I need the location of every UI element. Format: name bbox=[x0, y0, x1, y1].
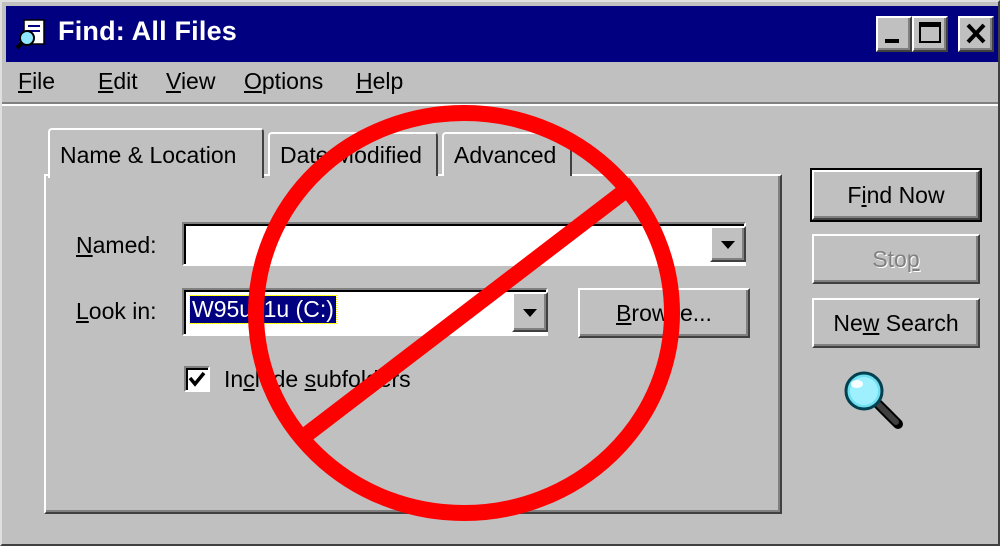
maximize-icon bbox=[919, 22, 941, 43]
include-subfolders-checkbox[interactable] bbox=[184, 366, 210, 392]
close-button[interactable] bbox=[958, 16, 994, 52]
window-title: Find: All Files bbox=[58, 16, 238, 46]
named-label-mnemonic: N bbox=[76, 232, 93, 258]
menu-options-label: ptions bbox=[261, 68, 324, 94]
chevron-down-icon bbox=[721, 241, 735, 249]
named-label-text: amed: bbox=[92, 232, 157, 258]
close-icon bbox=[966, 23, 986, 44]
browse-label: rowse... bbox=[631, 300, 712, 326]
find-now-part1: F bbox=[847, 182, 862, 208]
menu-separator bbox=[2, 102, 998, 106]
find-window: Find: All Files File Edit View Options H… bbox=[0, 0, 1000, 546]
menu-edit-label: dit bbox=[113, 68, 138, 94]
checkmark-icon bbox=[188, 371, 206, 387]
include-subfolders-sub-mnemonic: s bbox=[304, 366, 317, 392]
new-search-part2: Search bbox=[879, 310, 959, 336]
lookin-selected-value: W95us1u (C:) bbox=[189, 295, 337, 324]
new-search-button[interactable]: New Search bbox=[812, 298, 980, 348]
find-now-button[interactable]: Find Now bbox=[812, 170, 980, 220]
tab-name-location[interactable]: Name & Location bbox=[48, 128, 264, 178]
menu-bar: File Edit View Options Help bbox=[6, 62, 998, 102]
menu-help[interactable]: Help bbox=[356, 68, 403, 95]
menu-view-mnemonic: V bbox=[166, 68, 181, 94]
browse-button[interactable]: Browse... bbox=[578, 288, 750, 338]
include-subfolders-part2: lude bbox=[254, 366, 305, 392]
named-dropdown-button[interactable] bbox=[710, 226, 746, 262]
browse-mnemonic: B bbox=[616, 300, 632, 326]
include-subfolders-part3: ubfolders bbox=[316, 366, 411, 392]
menu-file-mnemonic: F bbox=[18, 68, 33, 94]
new-search-part1: Ne bbox=[833, 310, 863, 336]
menu-options-mnemonic: O bbox=[244, 68, 262, 94]
lookin-label-mnemonic: L bbox=[76, 298, 89, 324]
tab-date-modified[interactable]: Date Modified bbox=[268, 132, 438, 176]
include-subfolders-label[interactable]: Include subfolders bbox=[224, 366, 411, 393]
find-now-part2: nd Now bbox=[866, 182, 945, 208]
menu-help-mnemonic: H bbox=[356, 68, 373, 94]
include-subfolders-mnemonic: c bbox=[243, 366, 255, 392]
lookin-dropdown-button[interactable] bbox=[512, 292, 548, 332]
minimize-icon bbox=[885, 39, 899, 43]
chevron-down-icon bbox=[523, 309, 537, 317]
lookin-combobox[interactable]: W95us1u (C:) bbox=[182, 288, 548, 336]
menu-view[interactable]: View bbox=[166, 68, 215, 95]
menu-view-label: iew bbox=[180, 68, 216, 94]
menu-help-label: elp bbox=[372, 68, 404, 94]
menu-edit-mnemonic: E bbox=[98, 68, 114, 94]
named-label: Named: bbox=[76, 232, 157, 259]
lookin-label: Look in: bbox=[76, 298, 157, 325]
lookin-label-text: ook in: bbox=[88, 298, 157, 324]
menu-file-label: ile bbox=[32, 68, 56, 94]
menu-file[interactable]: File bbox=[18, 68, 55, 95]
title-bar[interactable]: Find: All Files bbox=[6, 6, 998, 62]
menu-edit[interactable]: Edit bbox=[98, 68, 138, 95]
find-files-icon bbox=[16, 19, 45, 50]
magnifier-icon bbox=[844, 371, 903, 429]
minimize-button[interactable] bbox=[876, 16, 912, 52]
stop-button[interactable]: Stop bbox=[812, 234, 980, 284]
include-subfolders-part1: In bbox=[224, 366, 244, 392]
tab-advanced[interactable]: Advanced bbox=[442, 132, 572, 176]
stop-mnemonic: p bbox=[906, 246, 920, 272]
menu-options[interactable]: Options bbox=[244, 68, 323, 95]
maximize-button[interactable] bbox=[912, 16, 948, 52]
stop-part1: Sto bbox=[872, 246, 907, 272]
named-combobox[interactable] bbox=[182, 222, 746, 266]
new-search-mnemonic: w bbox=[862, 310, 880, 336]
